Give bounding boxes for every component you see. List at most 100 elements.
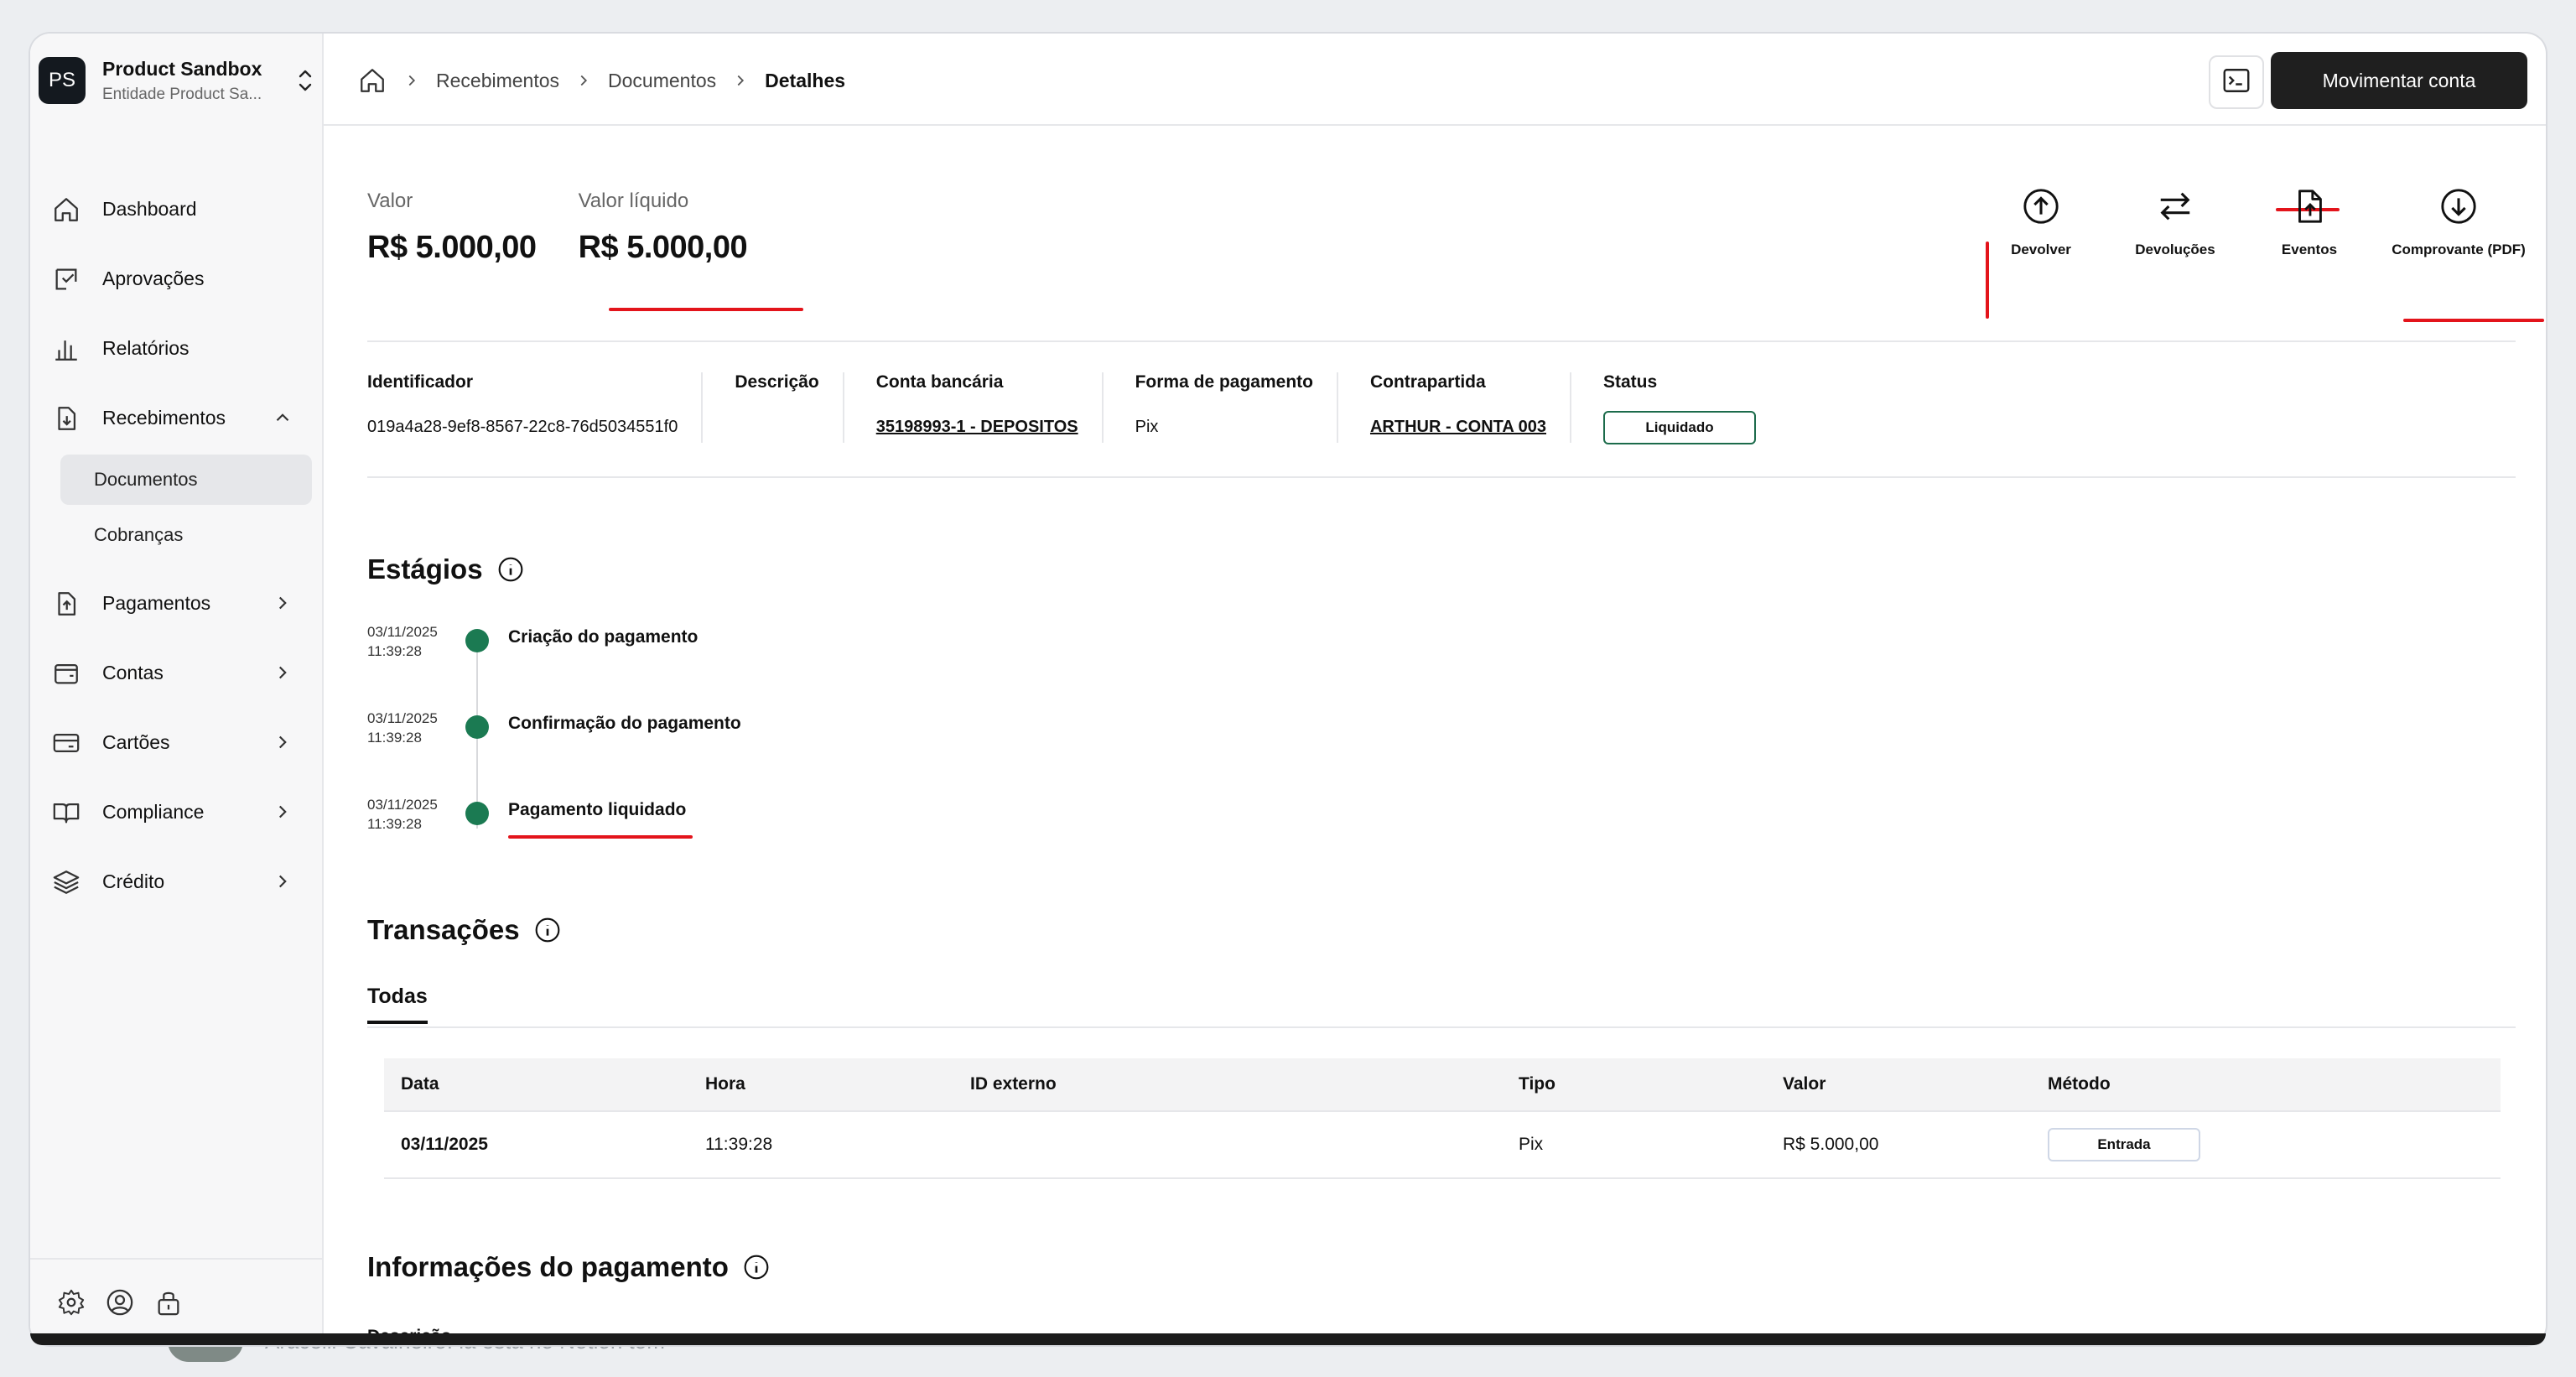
divider	[367, 476, 2516, 478]
chevron-right-icon	[272, 592, 293, 614]
info-conta-bancaria: Conta bancária 35198993-1 - DEPOSITOS	[876, 372, 1104, 443]
breadcrumb-recebimentos[interactable]: Recebimentos	[436, 70, 559, 92]
payment-info-row: Identificador 019a4a28-9ef8-8567-22c8-76…	[367, 372, 1811, 444]
sidebar-item-contas[interactable]: Contas	[30, 638, 324, 708]
sidebar-item-credito[interactable]: Crédito	[30, 847, 324, 917]
info-icon[interactable]	[533, 916, 562, 944]
info-identificador: Identificador 019a4a28-9ef8-8567-22c8-76…	[367, 372, 704, 443]
stage-dot	[465, 715, 489, 739]
file-download-icon	[50, 403, 82, 434]
stage-time: 11:39:28	[367, 643, 422, 659]
table-row[interactable]: 03/11/2025 11:39:28 Pix R$ 5.000,00 Entr…	[384, 1112, 2501, 1179]
chevron-up-icon	[272, 407, 293, 429]
stage-item: 03/11/2025 11:39:28 Criação do pagamento	[367, 622, 698, 709]
wallet-icon	[50, 657, 82, 689]
valor-block: Valor R$ 5.000,00	[367, 190, 537, 266]
info-title: Status	[1603, 372, 1658, 392]
column-header: Data	[401, 1074, 439, 1094]
contrapartida-link[interactable]: ARTHUR - CONTA 003	[1370, 418, 1546, 437]
sidebar-item-compliance[interactable]: Compliance	[30, 777, 324, 847]
sidebar-subitem-cobrancas[interactable]: Cobranças	[60, 510, 312, 560]
info-icon[interactable]	[496, 555, 525, 584]
conta-bancaria-link[interactable]: 35198993-1 - DEPOSITOS	[876, 418, 1078, 437]
action-label: Comprovante (PDF)	[2392, 242, 2526, 257]
arrow-down-circle-icon	[2438, 186, 2479, 226]
sidebar-item-recebimentos[interactable]: Recebimentos	[30, 383, 324, 453]
info-value: Pix	[1135, 418, 1159, 436]
sidebar-subitem-documentos[interactable]: Documentos	[60, 455, 312, 505]
valor-value: R$ 5.000,00	[367, 230, 537, 265]
lock-icon[interactable]	[153, 1286, 184, 1318]
org-subtitle: Entidade Product Sa...	[102, 85, 262, 103]
info-forma-pagamento: Forma de pagamento Pix	[1135, 372, 1338, 443]
chevron-right-icon	[402, 71, 421, 90]
user-circle-icon[interactable]	[104, 1286, 136, 1318]
column-header: ID externo	[970, 1074, 1057, 1094]
info-contrapartida: Contrapartida ARTHUR - CONTA 003	[1370, 372, 1571, 443]
action-label: Eventos	[2281, 242, 2338, 257]
devolver-action[interactable]: Devolver	[1974, 186, 2108, 278]
sidebar-item-cartoes[interactable]: Cartões	[30, 708, 324, 777]
app-window: PS Product Sandbox Entidade Product Sa..…	[30, 34, 2546, 1345]
column-header: Valor	[1783, 1074, 1826, 1094]
chevron-right-icon	[272, 662, 293, 683]
valor-liquido-value: R$ 5.000,00	[578, 230, 748, 265]
breadcrumb-documentos[interactable]: Documentos	[608, 70, 716, 92]
info-status: Status Liquidado	[1603, 372, 1779, 444]
sidebar-item-label: Pagamentos	[102, 592, 211, 614]
info-title: Identificador	[367, 372, 474, 392]
org-switcher[interactable]: PS Product Sandbox Entidade Product Sa..…	[39, 52, 315, 109]
amounts-summary: Valor R$ 5.000,00 Valor líquido R$ 5.000…	[367, 190, 748, 266]
valor-liquido-label: Valor líquido	[578, 190, 689, 212]
sidebar-nav: Dashboard Aprovações Relatórios Recebime…	[30, 174, 324, 917]
approval-check-icon	[50, 263, 82, 295]
sidebar-footer	[30, 1258, 324, 1345]
transactions-section-title: Transações	[367, 914, 562, 946]
top-header: Recebimentos Documentos Detalhes Movimen…	[324, 34, 2546, 126]
home-icon[interactable]	[357, 65, 387, 96]
org-logo: PS	[39, 57, 86, 104]
movimentar-conta-button[interactable]: Movimentar conta	[2271, 52, 2527, 109]
stage-dot	[465, 629, 489, 652]
stage-item: 03/11/2025 11:39:28 Pagamento liquidado	[367, 795, 686, 881]
stage-time: 11:39:28	[367, 816, 422, 832]
sidebar-item-pagamentos[interactable]: Pagamentos	[30, 569, 324, 638]
info-icon[interactable]	[742, 1253, 771, 1281]
column-header: Hora	[705, 1074, 745, 1094]
sidebar-item-label: Dashboard	[102, 198, 197, 220]
sidebar-item-dashboard[interactable]: Dashboard	[30, 174, 324, 244]
info-title: Forma de pagamento	[1135, 372, 1313, 392]
tab-todas[interactable]: Todas	[367, 985, 428, 1024]
file-upload-icon	[2289, 186, 2329, 226]
action-label: Devolver	[2011, 242, 2071, 257]
chevron-right-icon	[574, 71, 593, 90]
layers-icon	[50, 866, 82, 898]
method-badge: Entrada	[2048, 1128, 2200, 1161]
devolucoes-action[interactable]: Devoluções	[2108, 186, 2242, 278]
breadcrumb-current: Detalhes	[765, 69, 846, 91]
stage-date: 03/11/2025	[367, 624, 438, 640]
terminal-button[interactable]	[2209, 55, 2264, 109]
cell-hora: 11:39:28	[705, 1135, 773, 1154]
stage-date: 03/11/2025	[367, 710, 438, 726]
chevrons-up-down-icon	[295, 64, 315, 97]
actions-bar: Devolver Devoluções Eventos Comprovante …	[1974, 186, 2541, 278]
sidebar: PS Product Sandbox Entidade Product Sa..…	[30, 34, 324, 1345]
annotation-underline	[609, 308, 803, 311]
column-header: Tipo	[1519, 1074, 1555, 1094]
comprovante-pdf-action[interactable]: Comprovante (PDF)	[2376, 186, 2541, 278]
sidebar-item-aprovacoes[interactable]: Aprovações	[30, 244, 324, 314]
stage-time: 11:39:28	[367, 730, 422, 746]
sidebar-item-relatorios[interactable]: Relatórios	[30, 314, 324, 383]
transactions-title: Transações	[367, 914, 520, 945]
stages-section-title: Estágios	[367, 553, 525, 585]
eventos-action[interactable]: Eventos	[2242, 186, 2376, 278]
payment-info-title: Informações do pagamento	[367, 1251, 729, 1282]
cell-tipo: Pix	[1519, 1135, 1544, 1154]
info-title: Conta bancária	[875, 372, 1004, 392]
sidebar-item-label: Compliance	[102, 801, 205, 823]
terminal-icon	[2221, 65, 2251, 100]
valor-liquido-block: Valor líquido R$ 5.000,00	[579, 190, 748, 266]
sidebar-item-label: Crédito	[102, 870, 165, 892]
gear-icon[interactable]	[55, 1286, 87, 1318]
